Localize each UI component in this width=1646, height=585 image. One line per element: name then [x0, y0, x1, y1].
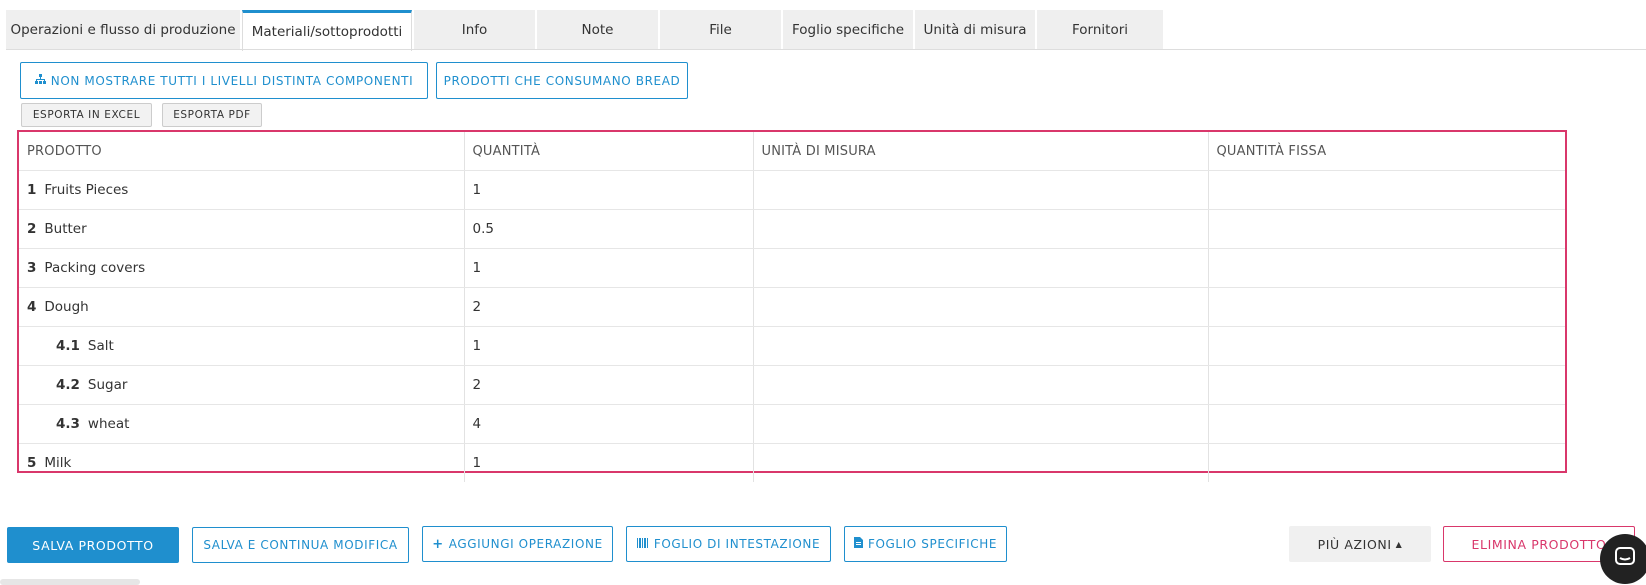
toggle-levels-label: NON MOSTRARE TUTTI I LIVELLI DISTINTA CO… [50, 73, 414, 88]
quantity-cell: 2 [464, 365, 754, 405]
table-row[interactable]: 4.1 Salt 1 [19, 326, 1565, 366]
product-cell: 4.1 Salt [19, 326, 465, 366]
tab-fornitori[interactable]: Fornitori [1037, 10, 1163, 50]
fixed-qty-cell [1208, 209, 1565, 249]
quantity-cell: 1 [464, 170, 754, 210]
table-row[interactable]: 4.3 wheat 4 [19, 404, 1565, 444]
fixed-qty-cell [1208, 444, 1565, 483]
quantity-cell: 4 [464, 404, 754, 444]
fixed-qty-cell [1208, 248, 1565, 288]
product-name: Dough [44, 299, 89, 315]
tab-foglio-specifiche[interactable]: Foglio specifiche [783, 10, 913, 50]
product-cell: 2 Butter [19, 209, 465, 249]
fixed-qty-cell [1208, 365, 1565, 405]
uom-cell [753, 404, 1209, 444]
table-row[interactable]: 1 Fruits Pieces 1 [19, 170, 1565, 210]
tab-bar: Operazioni e flusso di produzione Materi… [6, 10, 1165, 51]
product-name: Butter [44, 221, 87, 237]
quantity-cell: 0.5 [464, 209, 754, 249]
row-number: 3 [27, 260, 37, 276]
save-continue-button[interactable]: SALVA E CONTINUA MODIFICA [192, 527, 409, 563]
header-sheet-button[interactable]: FOGLIO DI INTESTAZIONE [626, 526, 831, 562]
toggle-levels-button[interactable]: NON MOSTRARE TUTTI I LIVELLI DISTINTA CO… [20, 62, 428, 99]
spec-sheet-label: FOGLIO SPECIFICHE [867, 537, 998, 551]
row-number: 4 [27, 299, 37, 315]
fixed-qty-cell [1208, 170, 1565, 210]
uom-cell [753, 170, 1209, 210]
header-unita: UNITÀ DI MISURA [753, 132, 1209, 171]
uom-cell [753, 365, 1209, 405]
row-number: 4.2 [56, 377, 80, 393]
more-actions-button[interactable]: PIÙ AZIONI ▲ [1289, 526, 1431, 562]
tab-divider [6, 49, 1646, 50]
chat-icon [1614, 546, 1636, 572]
tab-unita-misura[interactable]: Unità di misura [915, 10, 1035, 50]
product-name: Salt [87, 338, 114, 354]
fixed-qty-cell [1208, 404, 1565, 444]
product-cell: 5 Milk [19, 443, 465, 482]
tab-materiali[interactable]: Materiali/sottoprodotti [242, 10, 412, 51]
quantity-cell: 1 [464, 248, 754, 288]
tab-operazioni[interactable]: Operazioni e flusso di produzione [6, 10, 240, 50]
fixed-qty-cell [1208, 326, 1565, 366]
file-icon [853, 537, 863, 551]
product-name: Packing covers [44, 260, 146, 276]
product-name: Milk [44, 455, 72, 471]
tab-note[interactable]: Note [537, 10, 658, 50]
row-number: 2 [27, 221, 37, 237]
row-number: 1 [27, 182, 37, 198]
table-row[interactable]: 5 Milk 1 [19, 443, 1565, 483]
add-operation-button[interactable]: + AGGIUNGI OPERAZIONE [422, 526, 613, 562]
product-cell: 4.2 Sugar [19, 365, 465, 405]
fixed-qty-cell [1208, 287, 1565, 327]
header-prodotto: PRODOTTO [19, 132, 465, 171]
row-number: 4.3 [56, 416, 80, 432]
product-cell: 1 Fruits Pieces [19, 170, 465, 210]
save-product-button[interactable]: SALVA PRODOTTO [7, 527, 179, 563]
product-cell: 3 Packing covers [19, 248, 465, 288]
bom-table: PRODOTTO QUANTITÀ UNITÀ DI MISURA QUANTI… [17, 130, 1567, 482]
table-row[interactable]: 4 Dough 2 [19, 287, 1565, 327]
row-number: 5 [27, 455, 37, 471]
row-number: 4.1 [56, 338, 80, 354]
uom-cell [753, 326, 1209, 366]
add-operation-label: AGGIUNGI OPERAZIONE [448, 537, 603, 551]
export-pdf-button[interactable]: ESPORTA PDF [162, 103, 262, 127]
horizontal-scrollbar[interactable] [0, 579, 140, 585]
uom-cell [753, 443, 1209, 482]
caret-up-icon: ▲ [1395, 539, 1403, 549]
table-header-row: PRODOTTO QUANTITÀ UNITÀ DI MISURA QUANTI… [19, 132, 1565, 171]
product-name: wheat [87, 416, 130, 432]
table-row[interactable]: 2 Butter 0.5 [19, 209, 1565, 249]
spec-sheet-button[interactable]: FOGLIO SPECIFICHE [844, 526, 1007, 562]
header-quantita: QUANTITÀ [464, 132, 754, 171]
tab-info[interactable]: Info [414, 10, 535, 50]
barcode-icon [636, 537, 649, 551]
product-cell: 4 Dough [19, 287, 465, 327]
tab-file[interactable]: File [660, 10, 781, 50]
sitemap-icon [34, 74, 46, 87]
quantity-cell: 2 [464, 287, 754, 327]
more-actions-label: PIÙ AZIONI [1317, 536, 1392, 552]
chat-launcher[interactable] [1600, 534, 1646, 584]
uom-cell [753, 287, 1209, 327]
consumers-button[interactable]: PRODOTTI CHE CONSUMANO BREAD [436, 62, 688, 99]
quantity-cell: 1 [464, 443, 754, 482]
quantity-cell: 1 [464, 326, 754, 366]
table-row[interactable]: 3 Packing covers 1 [19, 248, 1565, 288]
plus-icon: + [432, 536, 444, 552]
product-name: Sugar [87, 377, 128, 393]
uom-cell [753, 209, 1209, 249]
header-quantita-fissa: QUANTITÀ FISSA [1208, 132, 1565, 171]
header-sheet-label: FOGLIO DI INTESTAZIONE [653, 537, 821, 551]
uom-cell [753, 248, 1209, 288]
export-excel-button[interactable]: ESPORTA IN EXCEL [21, 103, 152, 127]
product-name: Fruits Pieces [44, 182, 129, 198]
product-cell: 4.3 wheat [19, 404, 465, 444]
table-row[interactable]: 4.2 Sugar 2 [19, 365, 1565, 405]
